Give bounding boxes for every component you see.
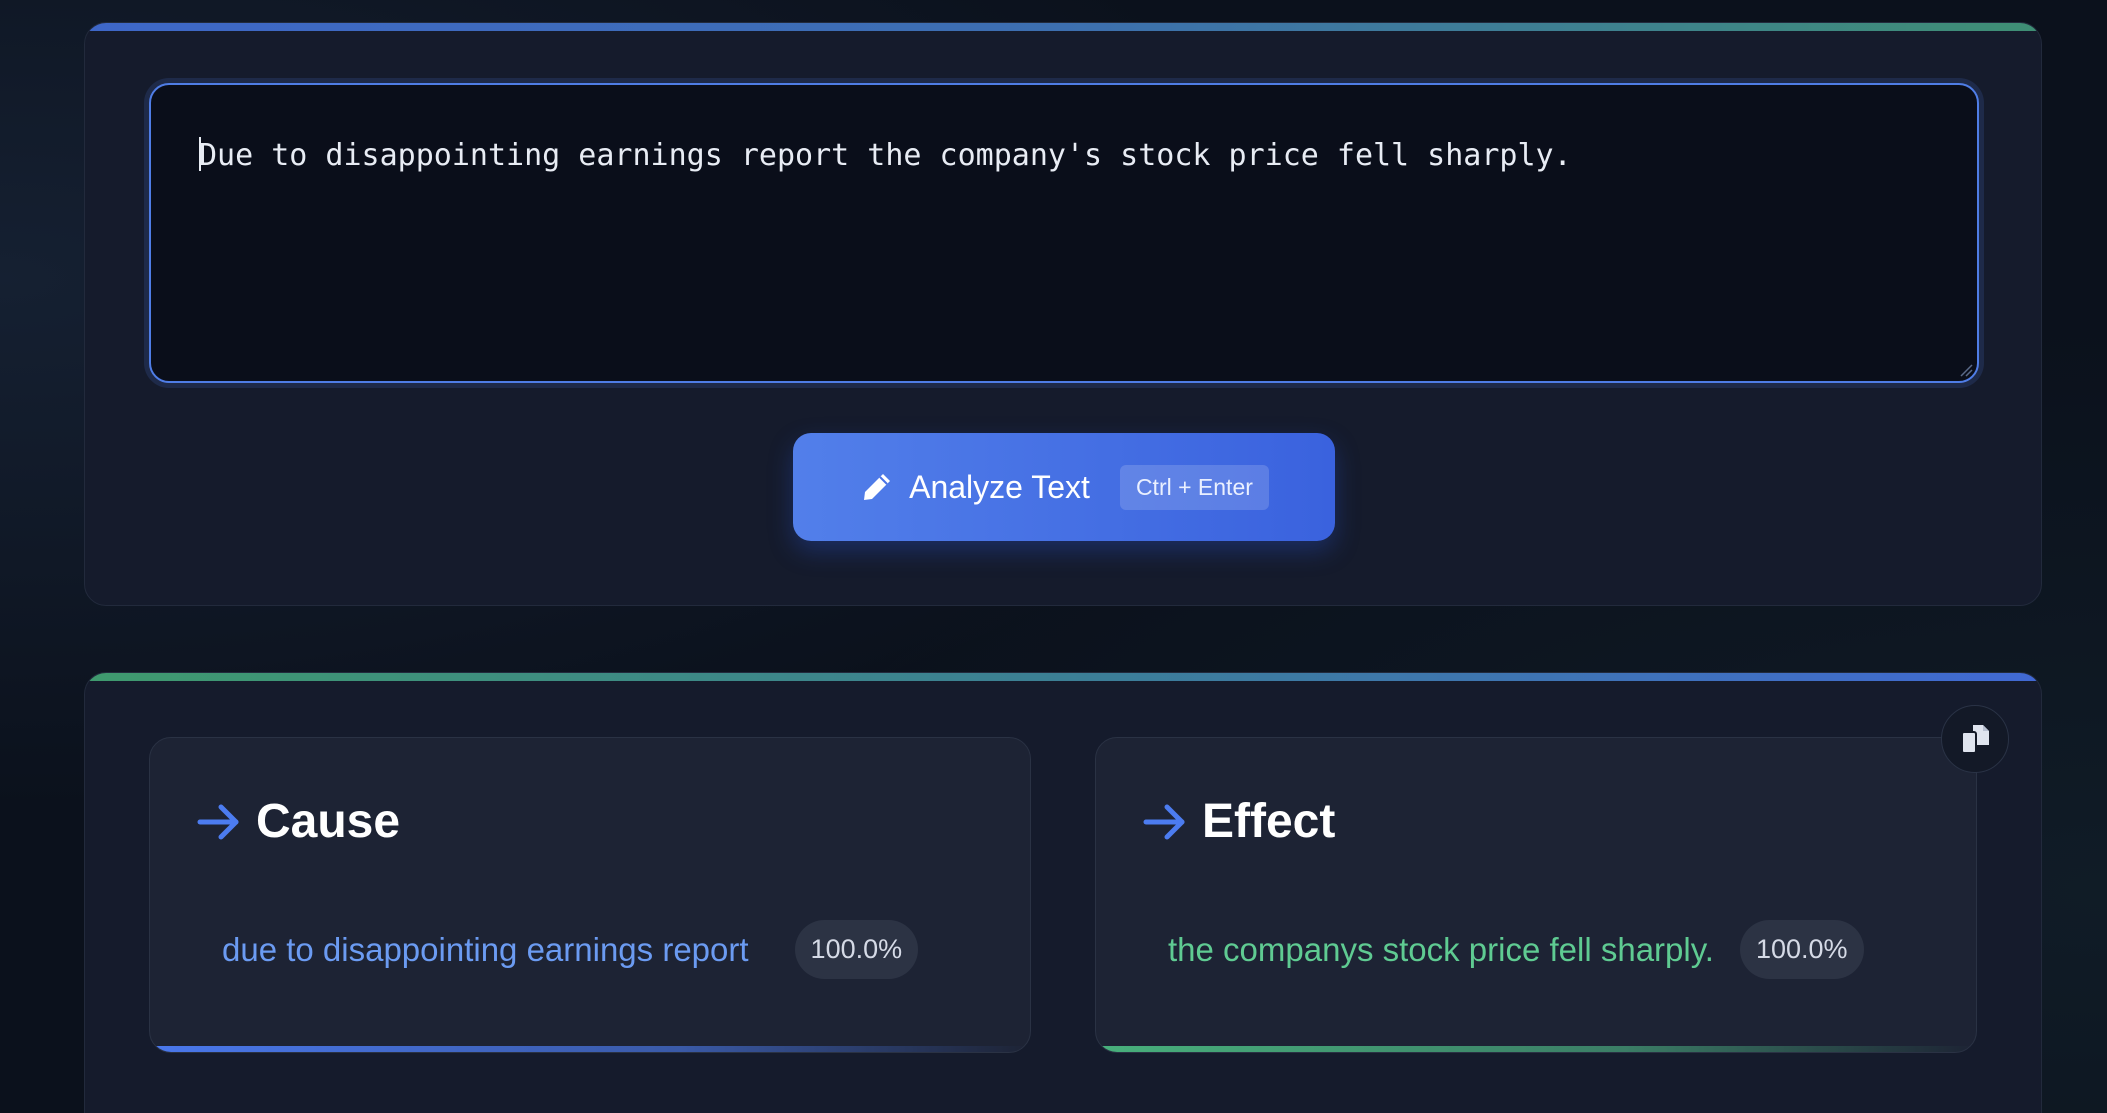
effect-title: Effect: [1202, 795, 1336, 848]
text-input-value: Due to disappointing earnings report the…: [199, 138, 1572, 173]
results-card: Cause due to disappointing earnings repo…: [84, 672, 2042, 1113]
resize-grip-icon[interactable]: [1959, 363, 1973, 377]
keyboard-shortcut-hint: Ctrl + Enter: [1119, 464, 1269, 510]
arrow-right-icon: [197, 804, 239, 839]
effect-underline: [1096, 1046, 1976, 1052]
effect-phrase: the companys stock price fell sharply.: [1168, 930, 1714, 968]
effect-phrase-row: the companys stock price fell sharply. 1…: [1168, 920, 1864, 979]
cause-underline: [150, 1046, 1030, 1052]
cause-panel: Cause due to disappointing earnings repo…: [149, 737, 1031, 1053]
cause-phrase: due to disappointing earnings report: [222, 930, 749, 968]
analyze-text-button[interactable]: Analyze Text Ctrl + Enter: [793, 433, 1335, 541]
input-card-accent-bar: [85, 23, 2041, 31]
copy-icon: [1961, 725, 1989, 754]
input-card: Due to disappointing earnings report the…: [84, 22, 2042, 606]
copy-results-button[interactable]: [1941, 705, 2009, 773]
pen-icon: [864, 474, 891, 500]
cause-title: Cause: [256, 795, 401, 848]
cause-confidence-badge: 100.0%: [794, 920, 919, 979]
effect-panel: Effect the companys stock price fell sha…: [1095, 737, 1977, 1053]
effect-confidence-badge: 100.0%: [1739, 920, 1864, 979]
arrow-right-icon: [1143, 804, 1185, 839]
cause-header: Cause: [196, 794, 400, 849]
effect-header: Effect: [1142, 794, 1335, 849]
analyze-button-label: Analyze Text: [909, 468, 1090, 505]
results-card-accent-bar: [85, 673, 2041, 681]
text-input-area[interactable]: Due to disappointing earnings report the…: [149, 83, 1979, 383]
cause-phrase-row: due to disappointing earnings report 100…: [222, 920, 919, 979]
